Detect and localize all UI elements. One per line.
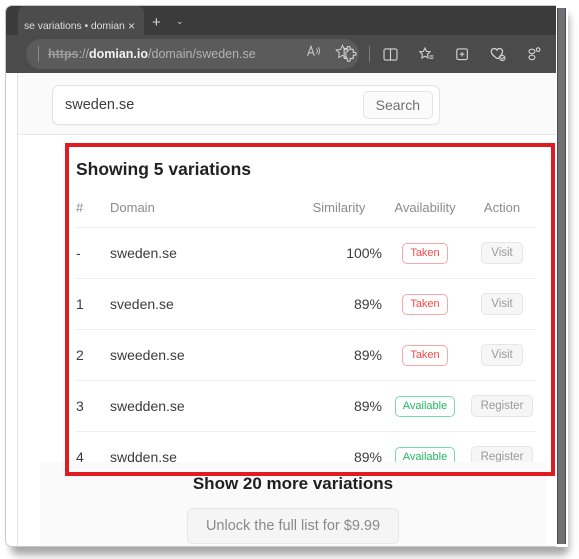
column-header-domain: Domain [110, 200, 155, 215]
address-bar[interactable]: https://domian.io/domain/sweden.se [26, 39, 359, 69]
tab-title: se variations • domian.i [24, 20, 125, 32]
visit-button[interactable]: Visit [481, 344, 523, 366]
search-section: Search [18, 73, 557, 135]
browser-window: se variations • domian.i × + ⌄ https://d… [5, 5, 563, 547]
table-header-row: # Domain Similarity Availability Action [76, 200, 536, 228]
row-similarity: 89% [296, 329, 382, 381]
upsell-section: Show 20 more variations Unlock the full … [40, 462, 546, 546]
url-text: https://domian.io/domain/sweden.se [48, 47, 299, 61]
variations-table: # Domain Similarity Availability Action … [76, 200, 536, 482]
row-domain: sweden.se [110, 227, 296, 279]
upsell-heading: Show 20 more variations [192, 474, 394, 493]
row-domain: sveden.se [110, 278, 296, 330]
extensions-icon[interactable] [331, 39, 367, 69]
split-screen-icon[interactable] [372, 39, 408, 69]
url-scheme: https [48, 47, 79, 61]
row-action: Visit [468, 278, 536, 330]
status-badge: Taken [402, 344, 448, 366]
results-heading: Showing 5 variations [76, 159, 252, 179]
row-action: Register [468, 380, 536, 432]
row-availability: Available [382, 380, 468, 432]
row-domain: swedden.se [110, 380, 296, 432]
search-button[interactable]: Search [362, 91, 433, 119]
settings-icon[interactable] [516, 39, 552, 69]
plus-icon[interactable]: + [152, 15, 161, 30]
close-icon[interactable]: × [125, 20, 138, 32]
chevron-down-icon[interactable]: ⌄ [176, 17, 184, 26]
address-bar-divider [38, 46, 39, 62]
results-card: Showing 5 variations # Domain Similarity… [58, 141, 536, 482]
search-input[interactable] [53, 91, 363, 119]
row-action: Visit [468, 329, 536, 381]
search-box[interactable]: Search [52, 85, 440, 125]
browser-toolbar: https://domian.io/domain/sweden.se [6, 35, 562, 73]
tab-strip: se variations • domian.i × + ⌄ [6, 6, 562, 35]
row-number: 1 [76, 278, 110, 330]
column-header-similarity: Similarity [312, 200, 366, 215]
row-action: Visit [468, 227, 536, 279]
row-similarity: 100% [296, 227, 382, 279]
row-availability: Taken [382, 329, 468, 381]
results-section: Showing 5 variations # Domain Similarity… [18, 135, 557, 546]
register-button[interactable]: Register [470, 395, 534, 417]
row-availability: Taken [382, 227, 468, 279]
row-number: - [76, 227, 110, 279]
url-separator: :// [78, 47, 89, 61]
browser-tab-active[interactable]: se variations • domian.i × [18, 6, 144, 35]
status-badge: Taken [402, 242, 448, 264]
visit-button[interactable]: Visit [481, 242, 523, 264]
row-domain: sweeden.se [110, 329, 296, 381]
column-header-number: # [76, 200, 84, 215]
url-host: domian.io [88, 47, 149, 61]
row-number: 2 [76, 329, 110, 381]
row-similarity: 89% [296, 278, 382, 330]
url-path: /domain/sweden.se [148, 47, 256, 61]
toolbar-divider [369, 46, 370, 62]
table-row: 2 sweeden.se 89% Taken Visit [76, 329, 536, 381]
favorites-icon[interactable] [408, 39, 444, 69]
page-content: Search Showing 5 variations # Domain [18, 73, 557, 546]
row-number: 3 [76, 380, 110, 432]
row-similarity: 89% [296, 380, 382, 432]
unlock-full-list-button[interactable]: Unlock the full list for $9.99 [186, 508, 400, 544]
page-viewport: Search Showing 5 variations # Domain [6, 73, 562, 546]
status-badge: Taken [402, 293, 448, 315]
row-availability: Taken [382, 278, 468, 330]
page-left-gutter [6, 73, 18, 546]
collections-icon[interactable] [444, 39, 480, 69]
toolbar-icon-group [331, 35, 552, 73]
status-badge: Available [394, 395, 456, 417]
scrollbar-thumb[interactable] [557, 8, 566, 544]
table-row: 1 sveden.se 89% Taken Visit [76, 278, 536, 330]
browser-essentials-icon[interactable] [480, 39, 516, 69]
table-row: 3 swedden.se 89% Available Register [76, 380, 536, 432]
visit-button[interactable]: Visit [481, 293, 523, 315]
table-row: - sweden.se 100% Taken Visit [76, 227, 536, 279]
column-header-action: Action [483, 200, 521, 215]
column-header-availability: Availability [394, 200, 456, 215]
read-aloud-icon[interactable] [305, 43, 322, 65]
